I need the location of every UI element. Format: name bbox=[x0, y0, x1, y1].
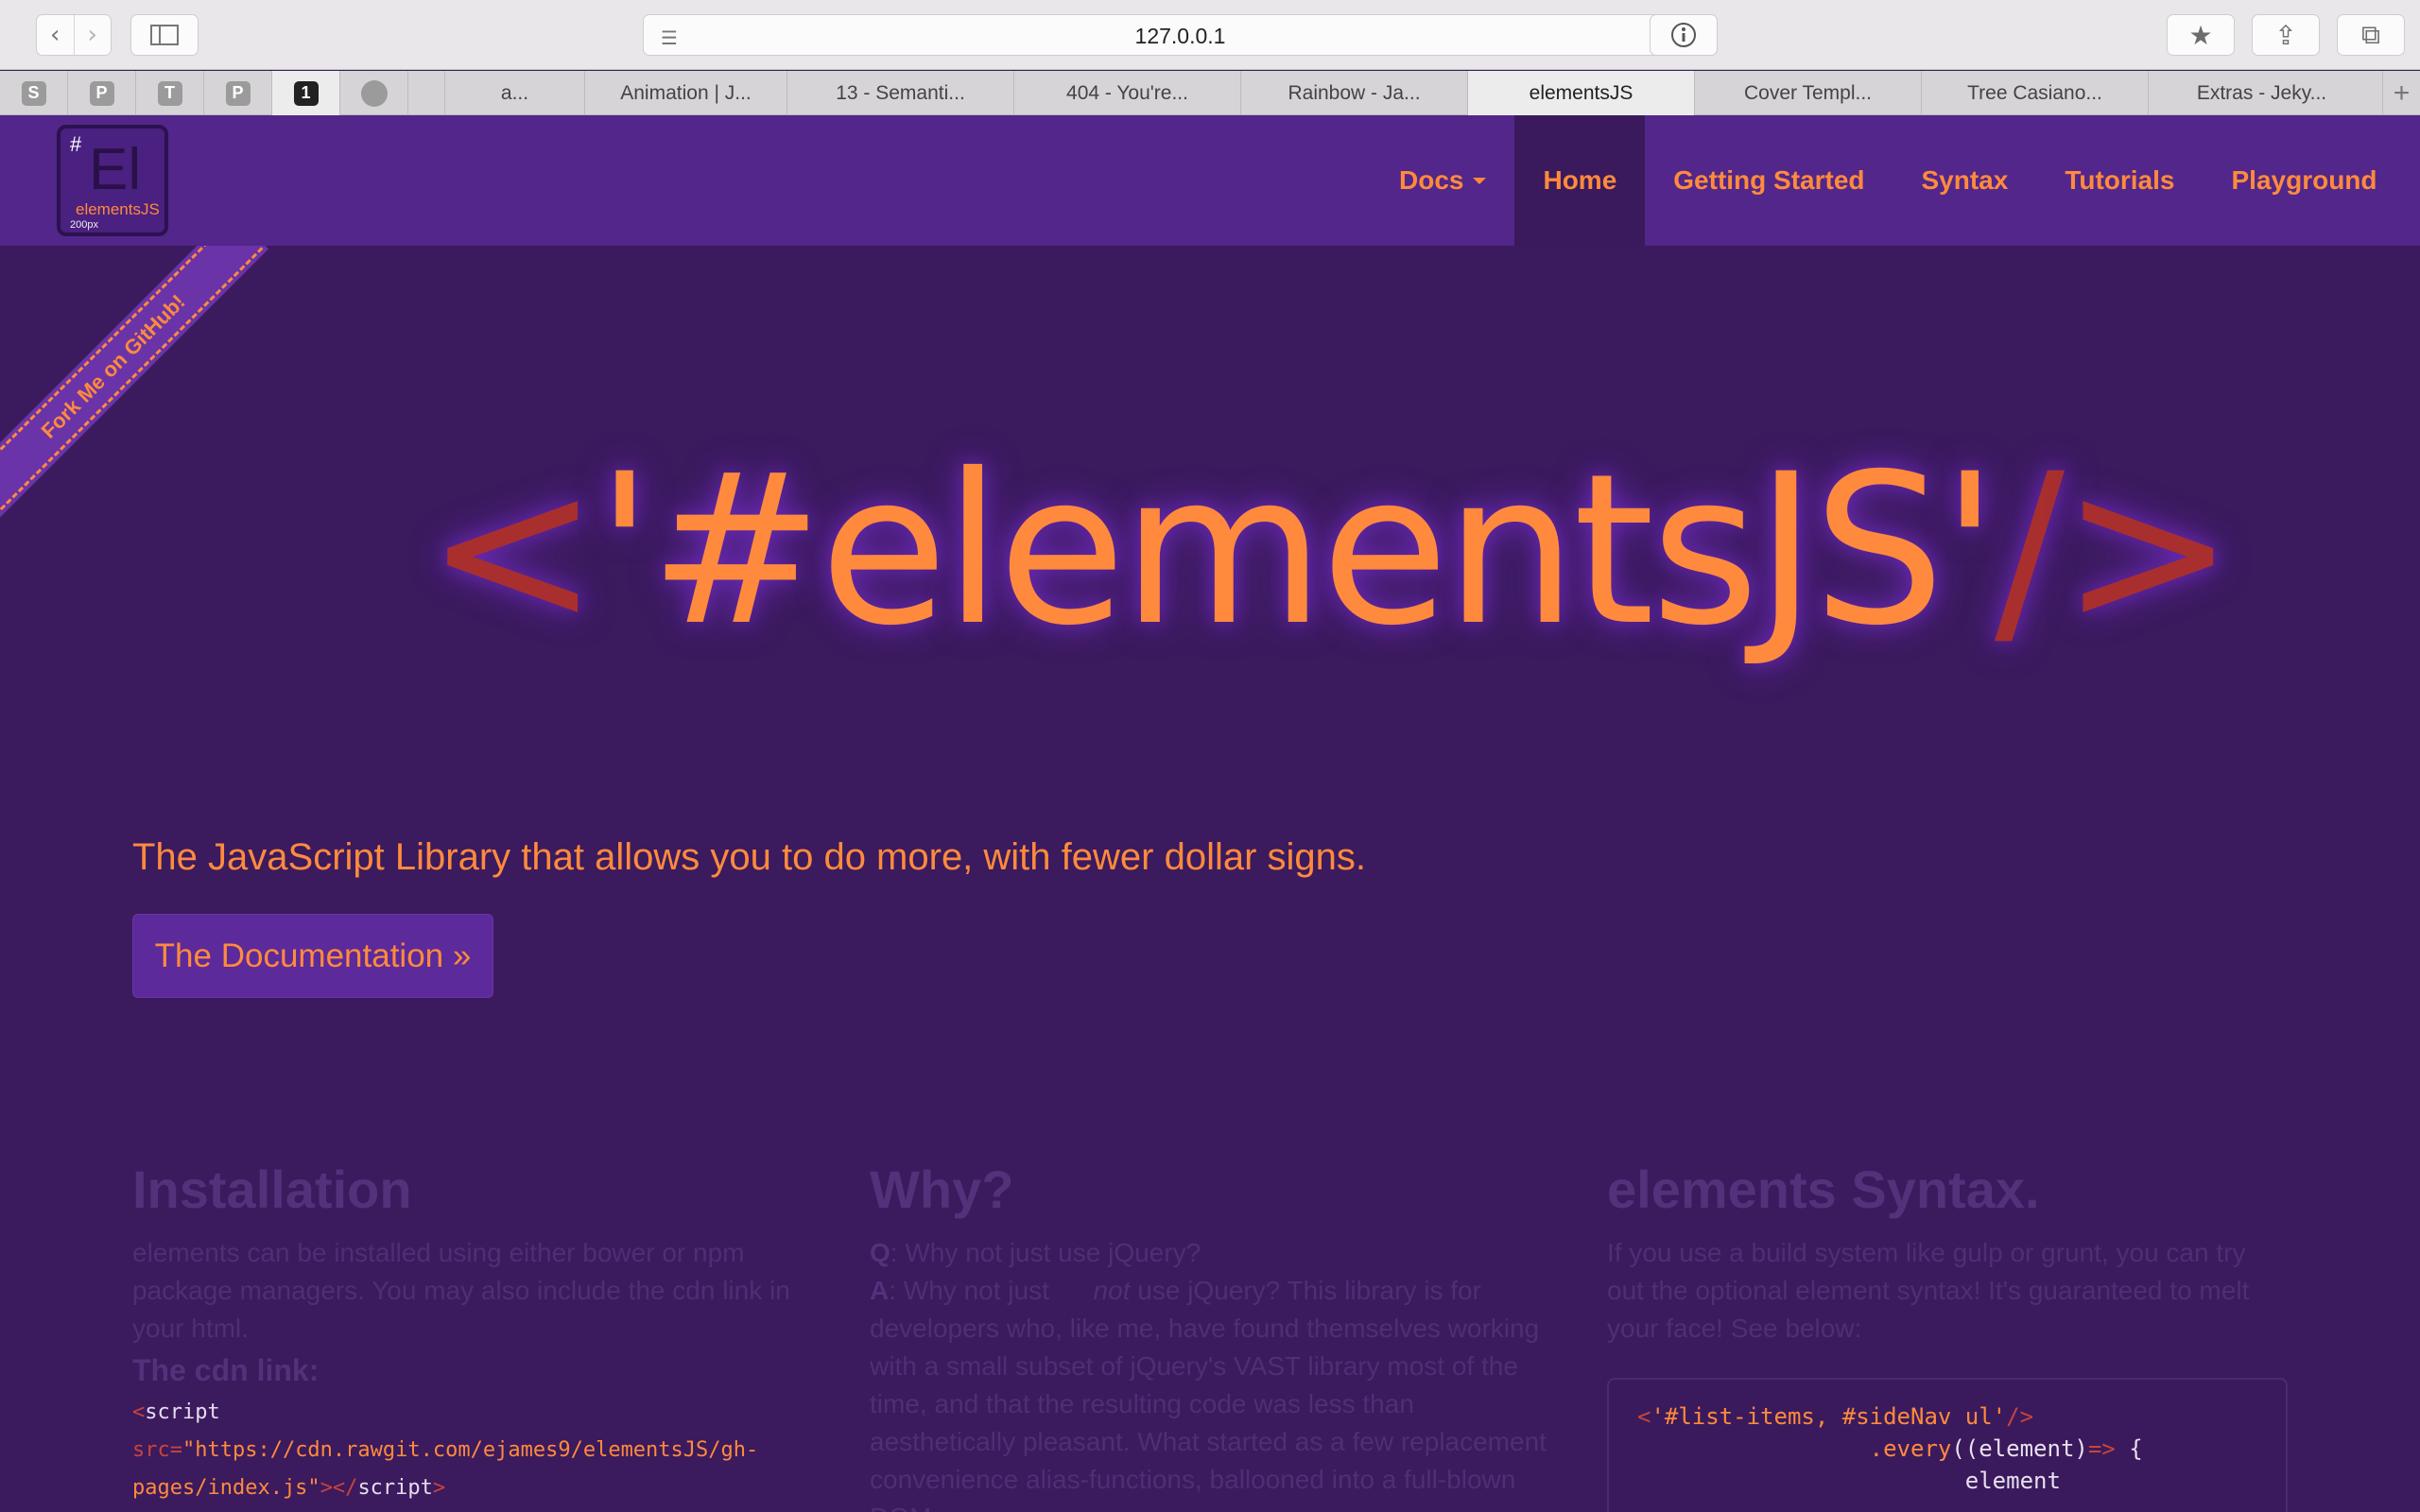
nav-tutorials[interactable]: Tutorials bbox=[2036, 115, 2203, 246]
pinned-tab[interactable]: P bbox=[68, 71, 136, 115]
tab[interactable]: Extras - Jeky... bbox=[2148, 71, 2375, 115]
pinned-tab[interactable]: P bbox=[204, 71, 272, 115]
info-icon bbox=[1671, 23, 1696, 47]
nav-docs[interactable]: Docs bbox=[1399, 115, 1514, 246]
tab[interactable]: 404 - You're... bbox=[1013, 71, 1240, 115]
tab[interactable]: Rainbow - Ja... bbox=[1240, 71, 1467, 115]
tab[interactable]: 13 - Semanti... bbox=[786, 71, 1013, 115]
url-text: 127.0.0.1 bbox=[1134, 24, 1226, 48]
section-title: Why? bbox=[870, 1160, 1014, 1219]
github-icon bbox=[360, 79, 388, 107]
nav-playground[interactable]: Playground bbox=[2203, 115, 2405, 246]
tab[interactable]: Tree Casiano... bbox=[1921, 71, 2148, 115]
info-button[interactable] bbox=[1650, 14, 1718, 56]
tab-active[interactable]: elementsJS bbox=[1467, 71, 1694, 115]
hero-title: <'#elementsJS'/> bbox=[425, 429, 2235, 671]
installation-section: Installation elements can be installed u… bbox=[132, 1159, 813, 1507]
pinned-tab[interactable]: S bbox=[0, 71, 68, 115]
back-icon[interactable]: ‹ bbox=[37, 15, 74, 55]
site-navbar: # El elementsJS 200px Docs Home Getting … bbox=[0, 115, 2420, 246]
syntax-section: elements Syntax. If you use a build syst… bbox=[1607, 1159, 2288, 1348]
history-buttons: ‹ › bbox=[36, 14, 112, 56]
tab-bar: S P T P 1 a... Animation | J... 13 - Sem… bbox=[0, 71, 2420, 115]
tagline: The JavaScript Library that allows you t… bbox=[132, 836, 1367, 878]
address-bar[interactable]: ☰ 127.0.0.1 ↻ bbox=[643, 14, 1718, 56]
why-question: Q: Why not just use jQuery? bbox=[870, 1238, 1201, 1267]
tab[interactable]: a... bbox=[444, 71, 584, 115]
sidebar-toggle-button[interactable] bbox=[130, 14, 199, 56]
syntax-text: If you use a build system like gulp or g… bbox=[1607, 1238, 2250, 1343]
sidebar-icon bbox=[150, 25, 179, 45]
section-title: Installation bbox=[132, 1160, 412, 1219]
site-logo[interactable]: # El elementsJS 200px bbox=[57, 125, 168, 236]
nav-links: Docs Home Getting Started Syntax Tutoria… bbox=[1399, 115, 2406, 246]
pinned-tab-active[interactable]: 1 bbox=[272, 71, 340, 115]
fork-me-link[interactable]: Fork Me on GitHub! bbox=[0, 246, 264, 517]
why-answer: A: Why not just not use jQuery? This lib… bbox=[870, 1276, 1547, 1512]
tab[interactable]: Cover Templ... bbox=[1694, 71, 1921, 115]
share-button[interactable]: ⇪ bbox=[2252, 14, 2320, 56]
pinned-tab[interactable]: T bbox=[136, 71, 204, 115]
why-section: Why? Q: Why not just use jQuery? A: Why … bbox=[870, 1159, 1550, 1512]
installation-text: elements can be installed using either b… bbox=[132, 1238, 790, 1343]
cdn-snippet: <script src="https://cdn.rawgit.com/ejam… bbox=[132, 1400, 759, 1500]
web-page: # El elementsJS 200px Docs Home Getting … bbox=[0, 115, 2420, 1512]
tab[interactable]: Animation | J... bbox=[584, 71, 786, 115]
syntax-code-block: <'#list-items, #sideNav ul'/> .every((el… bbox=[1607, 1378, 2288, 1512]
nav-getting-started[interactable]: Getting Started bbox=[1645, 115, 1893, 246]
nav-syntax[interactable]: Syntax bbox=[1893, 115, 2037, 246]
forward-icon[interactable]: › bbox=[73, 15, 112, 55]
pinned-tab-github[interactable] bbox=[340, 71, 408, 115]
github-ribbon: Fork Me on GitHub! bbox=[0, 246, 284, 529]
bookmark-button[interactable]: ★ bbox=[2167, 14, 2235, 56]
documentation-button[interactable]: The Documentation » bbox=[132, 914, 493, 998]
browser-toolbar: ‹ › ☰ 127.0.0.1 ↻ ★ ⇪ ⧉ bbox=[0, 0, 2420, 70]
new-tab-icon[interactable]: + bbox=[2382, 71, 2420, 115]
share-icon: ⇪ bbox=[2274, 19, 2297, 51]
caret-down-icon bbox=[1473, 177, 1487, 184]
tabs-icon: ⧉ bbox=[2361, 19, 2380, 50]
nav-home[interactable]: Home bbox=[1514, 115, 1646, 246]
star-icon: ★ bbox=[2188, 19, 2213, 51]
cdn-title: The cdn link: bbox=[132, 1353, 320, 1387]
section-title: elements Syntax. bbox=[1607, 1160, 2040, 1219]
tabs-overview-button[interactable]: ⧉ bbox=[2337, 14, 2405, 56]
